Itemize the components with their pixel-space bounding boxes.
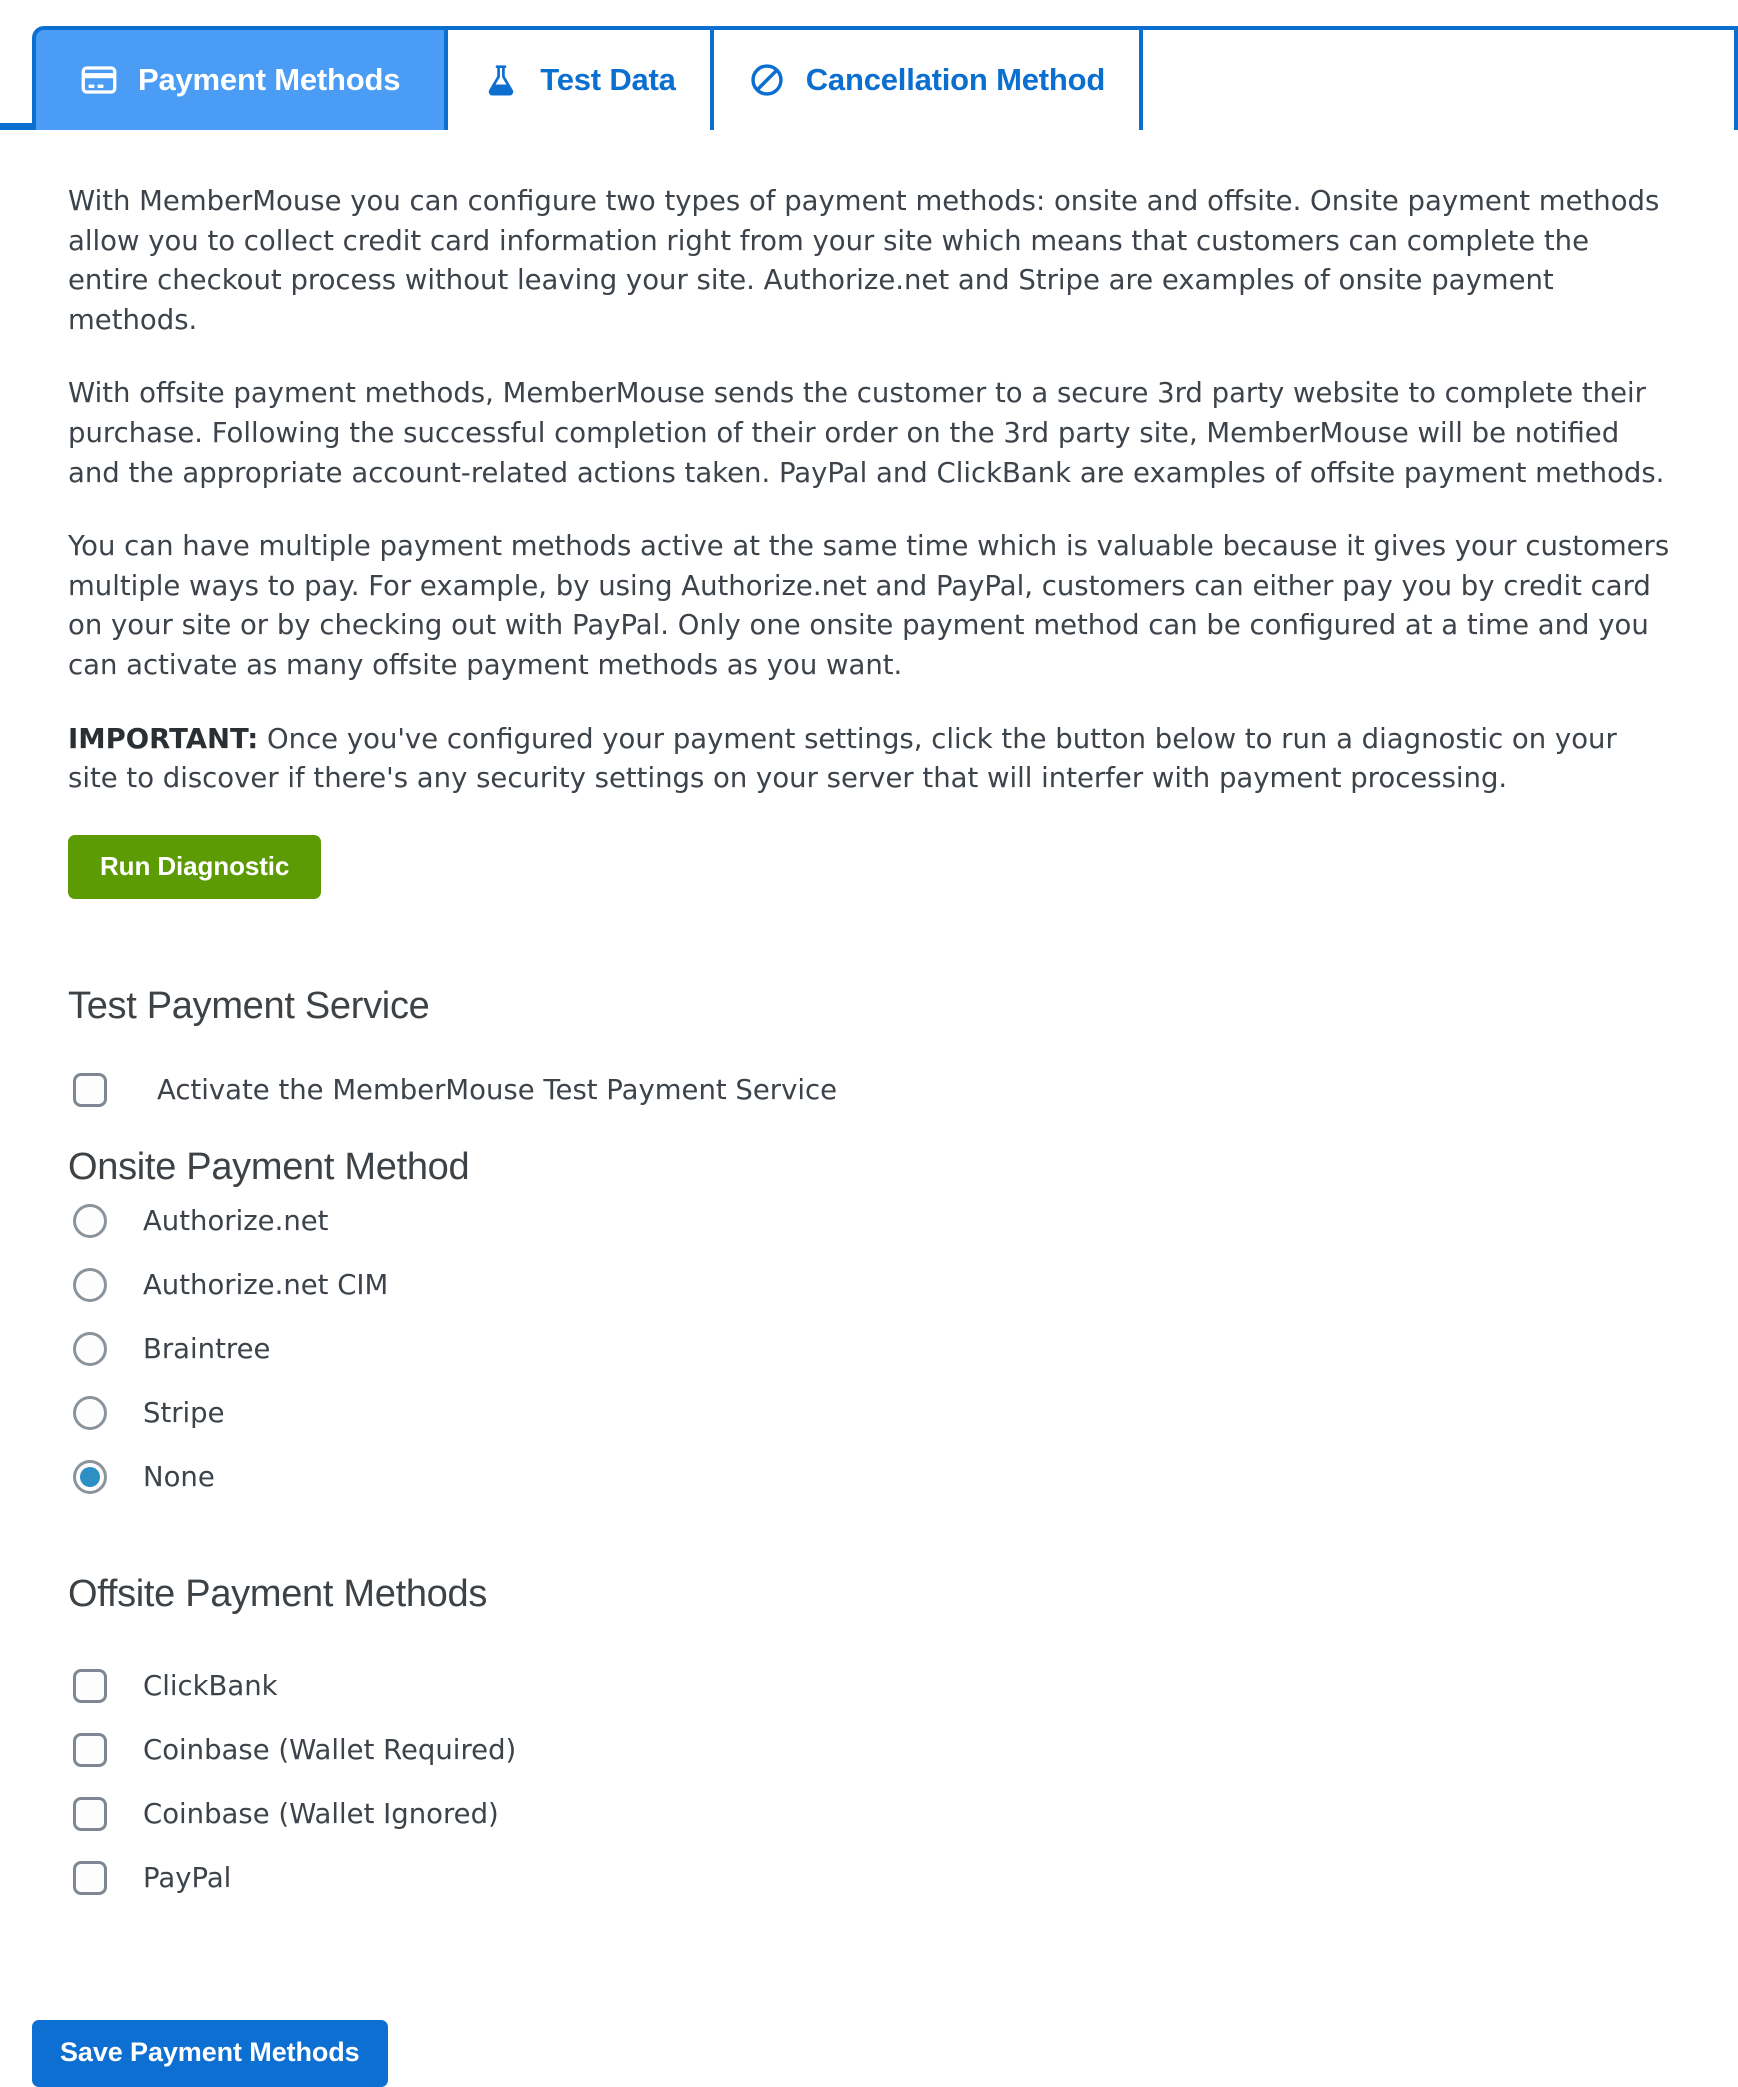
- run-diagnostic-button[interactable]: Run Diagnostic: [68, 834, 322, 899]
- offsite-option-label: PayPal: [143, 1861, 232, 1894]
- onsite-option-label: Stripe: [143, 1396, 225, 1429]
- onsite-radio-none[interactable]: [73, 1459, 107, 1494]
- offsite-checkbox-clickbank[interactable]: [73, 1668, 107, 1703]
- offsite-checkbox-paypal[interactable]: [73, 1860, 107, 1895]
- tab-bar: Payment Methods Test Data Cancellation M…: [0, 0, 1738, 130]
- onsite-payment-method-list: Authorize.net Authorize.net CIM Braintre…: [68, 1189, 1678, 1509]
- offsite-option-clickbank[interactable]: ClickBank: [68, 1654, 1678, 1718]
- offsite-option-label: ClickBank: [143, 1669, 278, 1702]
- ban-icon: [748, 61, 786, 99]
- onsite-option-authorize-net[interactable]: Authorize.net: [68, 1189, 1678, 1253]
- offsite-option-coinbase-wallet-ignored[interactable]: Coinbase (Wallet Ignored): [68, 1782, 1678, 1846]
- intro-paragraph-2: With offsite payment methods, MemberMous…: [68, 377, 1665, 489]
- onsite-option-stripe[interactable]: Stripe: [68, 1381, 1678, 1445]
- test-payment-service-row[interactable]: Activate the MemberMouse Test Payment Se…: [68, 1058, 1678, 1122]
- tab-cancellation-method-label: Cancellation Method: [805, 62, 1106, 97]
- onsite-option-label: None: [143, 1460, 215, 1493]
- tab-test-data-label: Test Data: [540, 62, 676, 97]
- activate-test-payment-service-label: Activate the MemberMouse Test Payment Se…: [157, 1073, 838, 1106]
- offsite-option-paypal[interactable]: PayPal: [68, 1846, 1678, 1910]
- intro-paragraph-1: With MemberMouse you can configure two t…: [68, 185, 1660, 336]
- credit-card-icon: [80, 61, 118, 99]
- important-text: Once you've configured your payment sett…: [68, 722, 1617, 795]
- onsite-radio-authorize-net-cim[interactable]: [73, 1267, 107, 1302]
- offsite-payment-methods-list: ClickBank Coinbase (Wallet Required) Coi…: [68, 1654, 1678, 1910]
- save-button-container: Save Payment Methods: [0, 2019, 1738, 2087]
- onsite-payment-method-heading: Onsite Payment Method: [68, 1145, 470, 1188]
- onsite-option-none[interactable]: None: [68, 1445, 1678, 1509]
- onsite-radio-stripe[interactable]: [73, 1395, 107, 1430]
- offsite-option-label: Coinbase (Wallet Ignored): [143, 1797, 499, 1830]
- onsite-radio-braintree[interactable]: [73, 1331, 107, 1366]
- onsite-option-braintree[interactable]: Braintree: [68, 1317, 1678, 1381]
- offsite-payment-methods-heading: Offsite Payment Methods: [68, 1572, 488, 1615]
- save-payment-methods-button[interactable]: Save Payment Methods: [32, 2019, 388, 2087]
- flask-icon: [482, 61, 520, 99]
- important-label: IMPORTANT:: [68, 722, 259, 755]
- activate-test-payment-service-checkbox[interactable]: [73, 1072, 107, 1107]
- test-payment-service-heading: Test Payment Service: [68, 984, 430, 1027]
- important-note: IMPORTANT: Once you've configured your p…: [68, 720, 1673, 799]
- offsite-option-label: Coinbase (Wallet Required): [143, 1733, 517, 1766]
- tab-cancellation-method[interactable]: Cancellation Method: [709, 26, 1144, 130]
- onsite-radio-authorize-net[interactable]: [73, 1203, 107, 1238]
- intro-paragraph-3: You can have multiple payment methods ac…: [68, 530, 1670, 681]
- payment-methods-panel: With MemberMouse you can configure two t…: [0, 130, 1738, 1910]
- offsite-option-coinbase-wallet-required[interactable]: Coinbase (Wallet Required): [68, 1718, 1678, 1782]
- offsite-checkbox-coinbase-wallet-ignored[interactable]: [73, 1796, 107, 1831]
- tab-payment-methods[interactable]: Payment Methods: [32, 26, 449, 130]
- tab-test-data[interactable]: Test Data: [444, 26, 714, 130]
- offsite-checkbox-coinbase-wallet-required[interactable]: [73, 1732, 107, 1767]
- onsite-option-label: Braintree: [143, 1332, 271, 1365]
- tab-payment-methods-label: Payment Methods: [138, 62, 401, 97]
- onsite-option-label: Authorize.net CIM: [143, 1268, 389, 1301]
- tab-empty-filler: [1139, 26, 1738, 130]
- onsite-option-label: Authorize.net: [143, 1204, 329, 1237]
- onsite-option-authorize-net-cim[interactable]: Authorize.net CIM: [68, 1253, 1678, 1317]
- test-payment-service-list: Activate the MemberMouse Test Payment Se…: [68, 1058, 1678, 1122]
